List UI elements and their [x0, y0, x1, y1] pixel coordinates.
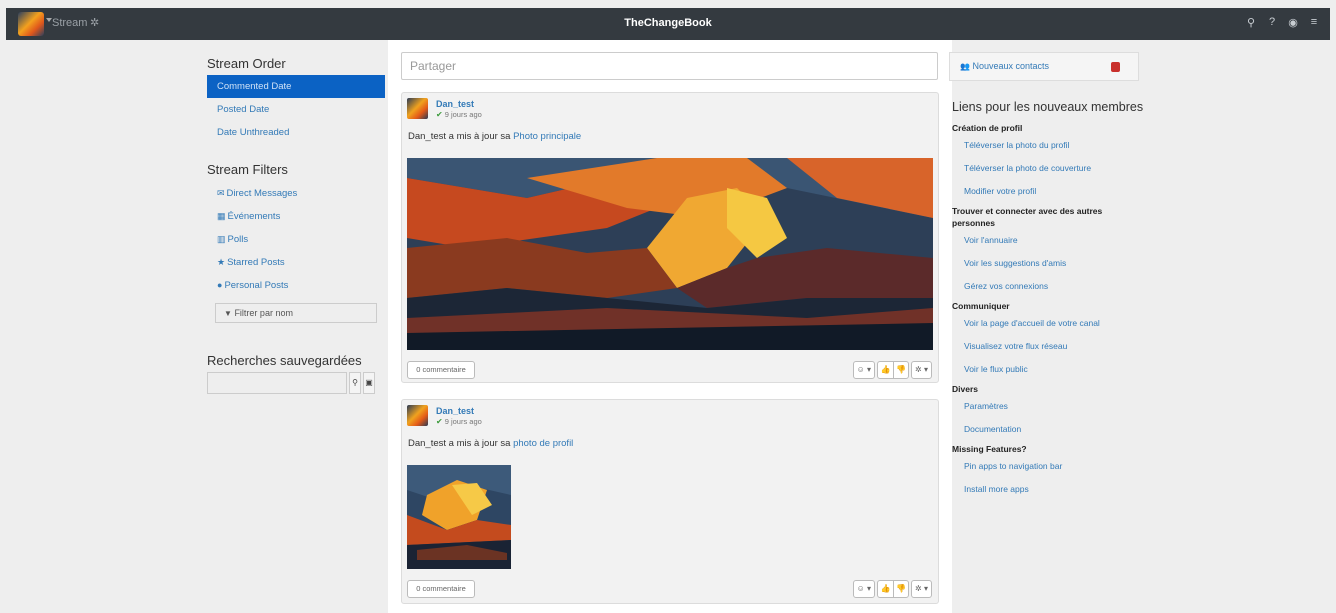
search-icon[interactable]: ⚲	[1245, 16, 1257, 29]
author-avatar[interactable]	[407, 98, 428, 119]
link-upload-cover-photo[interactable]: Téléverser la photo de couverture	[952, 157, 1142, 180]
post-photo-link[interactable]: Photo principale	[513, 131, 581, 142]
link-upload-profile-photo[interactable]: Téléverser la photo du profil	[952, 134, 1142, 157]
save-search-button[interactable]: ▣	[363, 372, 375, 394]
section-title: Missing Features?	[952, 444, 1027, 454]
left-sidebar: Stream Order Commented Date Posted Date …	[207, 56, 385, 394]
filter-icon: ▼	[224, 309, 232, 318]
filter-evenements[interactable]: ▦ Événements	[207, 205, 385, 228]
link-documentation[interactable]: Documentation	[952, 418, 1142, 441]
link-pin-apps[interactable]: Pin apps to navigation bar	[952, 455, 1142, 478]
site-brand: TheChangeBook	[624, 17, 712, 29]
post-photo-link[interactable]: photo de profil	[513, 438, 573, 449]
comment-button[interactable]: 0 commentaire	[407, 361, 475, 379]
post-card: Dan_test ✔ 9 jours ago Dan_test a mis à j…	[401, 399, 939, 604]
smile-icon: ☺	[856, 365, 865, 374]
author-avatar[interactable]	[407, 405, 428, 426]
section-title: Trouver et connecter avec des autres per…	[952, 206, 1103, 228]
post-author[interactable]: Dan_test	[436, 406, 474, 416]
link-install-apps[interactable]: Install more apps	[952, 478, 1142, 501]
search-button[interactable]: ⚲	[349, 372, 361, 394]
link-edit-profile[interactable]: Modifier votre profil	[952, 180, 1142, 203]
user-circle-icon[interactable]: ◉	[1287, 16, 1299, 29]
share-input[interactable]: Partager	[401, 52, 938, 80]
thumbs-down-icon[interactable]: 👎	[893, 581, 908, 597]
post-body: Dan_test a mis à jour sa Photo principal…	[408, 131, 582, 142]
site-logo[interactable]	[18, 12, 44, 36]
link-channel-home[interactable]: Voir la page d'accueil de votre canal	[952, 312, 1142, 335]
star-icon: ★	[217, 257, 226, 267]
stream-content: Partager Dan_test ✔ 9 jours ago Dan_test …	[388, 40, 952, 613]
order-posted-date[interactable]: Posted Date	[207, 98, 385, 121]
calendar-icon: ▦	[217, 211, 226, 221]
thumbs-up-icon[interactable]: 👍	[878, 581, 893, 597]
post-time: ✔ 9 jours ago	[436, 417, 482, 426]
thumbs-up-icon[interactable]: 👍	[878, 362, 893, 378]
reaction-button[interactable]: ☺ ▾	[852, 580, 876, 598]
filter-by-name-input[interactable]: ▼ Filtrer par nom	[215, 303, 377, 323]
filter-personal-posts[interactable]: ● Personal Posts	[207, 274, 385, 297]
smile-icon: ☺	[856, 584, 865, 593]
stream-filters-title: Stream Filters	[207, 162, 288, 177]
section-title: Création de profil	[952, 123, 1023, 133]
help-icon[interactable]: ?	[1266, 16, 1278, 29]
section-title: Divers	[952, 384, 978, 394]
check-icon: ✔	[436, 417, 443, 426]
section-title: Communiquer	[952, 301, 1010, 311]
post-cover-image[interactable]	[407, 158, 933, 350]
link-public-stream[interactable]: Voir le flux public	[952, 358, 1142, 381]
comment-button[interactable]: 0 commentaire	[407, 580, 475, 598]
new-member-links: Création de profil Téléverser la photo d…	[952, 120, 1142, 501]
link-directory[interactable]: Voir l'annuaire	[952, 229, 1142, 252]
users-icon: 👥	[960, 62, 970, 71]
order-commented-date[interactable]: Commented Date	[207, 75, 385, 98]
link-manage-connections[interactable]: Gérez vos connexions	[952, 275, 1142, 298]
link-friend-suggestions[interactable]: Voir les suggestions d'amis	[952, 252, 1142, 275]
gear-icon: ✲	[915, 584, 922, 593]
filter-polls[interactable]: ▥ Polls	[207, 228, 385, 251]
post-card: Dan_test ✔ 9 jours ago Dan_test a mis à j…	[401, 92, 939, 383]
gear-icon: ✲	[915, 365, 922, 374]
order-date-unthreaded[interactable]: Date Unthreaded	[207, 121, 385, 144]
bar-chart-icon: ▥	[217, 234, 226, 244]
menu-icon[interactable]: ≡	[1308, 16, 1320, 29]
post-body: Dan_test a mis à jour sa photo de profil	[408, 438, 574, 449]
post-settings-button[interactable]: ✲ ▾	[911, 580, 932, 598]
post-time: ✔ 9 jours ago	[436, 110, 482, 119]
filter-direct-messages[interactable]: ✉ Direct Messages	[207, 182, 385, 205]
check-icon: ✔	[436, 110, 443, 119]
link-settings[interactable]: Paramètres	[952, 395, 1142, 418]
link-network-stream[interactable]: Visualisez votre flux réseau	[952, 335, 1142, 358]
stream-order-title: Stream Order	[207, 56, 286, 71]
post-profile-image[interactable]	[407, 465, 511, 569]
post-author[interactable]: Dan_test	[436, 99, 474, 109]
envelope-icon: ✉	[217, 188, 225, 198]
filter-starred-posts[interactable]: ★ Starred Posts	[207, 251, 385, 274]
app-title[interactable]: Stream	[52, 17, 87, 29]
saved-searches-title: Recherches sauvegardées	[207, 353, 362, 368]
post-settings-button[interactable]: ✲ ▾	[911, 361, 932, 379]
user-circle-icon: ●	[217, 280, 223, 290]
saved-search-input[interactable]	[207, 372, 347, 394]
new-contacts-badge	[1111, 62, 1120, 72]
thumbs-down-icon[interactable]: 👎	[893, 362, 908, 378]
new-contacts-widget[interactable]: 👥 Nouveaux contacts	[949, 52, 1139, 81]
top-navbar: Stream ✲ TheChangeBook ⚲ ? ◉ ≡	[6, 8, 1330, 40]
gear-icon[interactable]: ✲	[90, 16, 99, 29]
reaction-button[interactable]: ☺ ▾	[852, 361, 876, 379]
new-member-links-title: Liens pour les nouveaux membres	[952, 100, 1144, 114]
